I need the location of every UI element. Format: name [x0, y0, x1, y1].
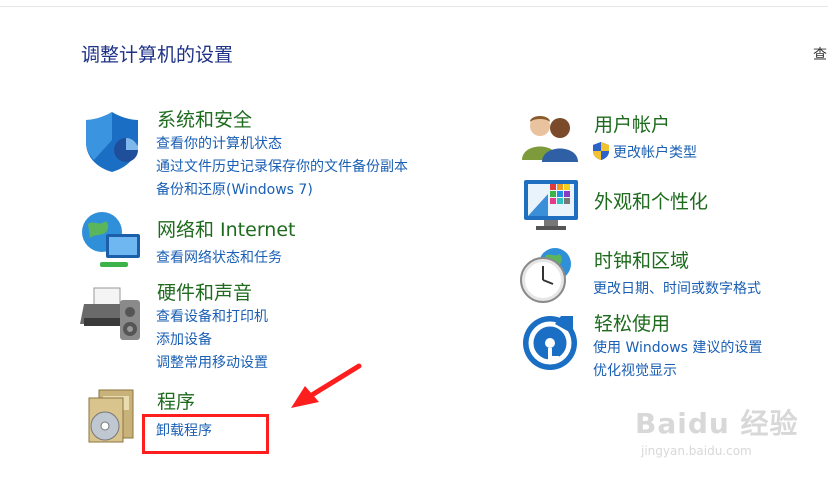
annotation-arrow-icon	[285, 360, 363, 416]
link-network-status-tasks[interactable]: 查看网络状态和任务	[156, 247, 282, 267]
link-view-computer-status[interactable]: 查看你的计算机状态	[156, 133, 282, 153]
category-system-security[interactable]: 系统和安全	[157, 105, 252, 132]
uac-shield-icon	[592, 141, 610, 165]
annotation-highlight-box	[142, 414, 269, 454]
link-date-time-number-format[interactable]: 更改日期、时间或数字格式	[593, 278, 761, 298]
category-clock-region[interactable]: 时钟和区域	[594, 246, 689, 273]
link-windows-recommended-settings[interactable]: 使用 Windows 建议的设置	[593, 337, 762, 357]
users-icon	[520, 110, 580, 166]
link-backup-restore[interactable]: 备份和还原(Windows 7)	[156, 179, 313, 199]
category-user-accounts[interactable]: 用户帐户	[594, 110, 670, 137]
watermark: Baidu 经验 jingyan.baidu.com	[635, 402, 799, 458]
category-programs[interactable]: 程序	[157, 387, 195, 414]
shield-icon	[82, 110, 142, 178]
ease-of-access-icon	[521, 314, 579, 376]
link-optimize-visual-display[interactable]: 优化视觉显示	[593, 360, 677, 380]
watermark-sub: jingyan.baidu.com	[641, 444, 752, 458]
programs-disc-icon	[85, 386, 137, 448]
link-devices-printers[interactable]: 查看设备和打印机	[156, 306, 268, 326]
clock-globe-icon	[519, 246, 579, 308]
top-divider	[0, 6, 828, 7]
watermark-main: Baidu 经验	[635, 407, 799, 440]
link-change-account-type[interactable]: 更改帐户类型	[613, 142, 697, 162]
category-appearance-personalization[interactable]: 外观和个性化	[594, 187, 708, 214]
page-title: 调整计算机的设置	[81, 44, 234, 66]
view-by-label[interactable]: 查	[813, 44, 827, 64]
network-globe-icon	[80, 210, 144, 276]
link-file-history-backup[interactable]: 通过文件历史记录保存你的文件备份副本	[156, 156, 408, 176]
link-mobility-settings[interactable]: 调整常用移动设置	[156, 352, 268, 372]
category-ease-of-access[interactable]: 轻松使用	[594, 309, 670, 336]
category-network-internet[interactable]: 网络和 Internet	[157, 215, 295, 242]
monitor-color-icon	[520, 178, 582, 238]
link-add-device[interactable]: 添加设备	[156, 329, 212, 349]
printer-speaker-icon	[80, 284, 144, 348]
category-hardware-sound[interactable]: 硬件和声音	[157, 278, 252, 305]
